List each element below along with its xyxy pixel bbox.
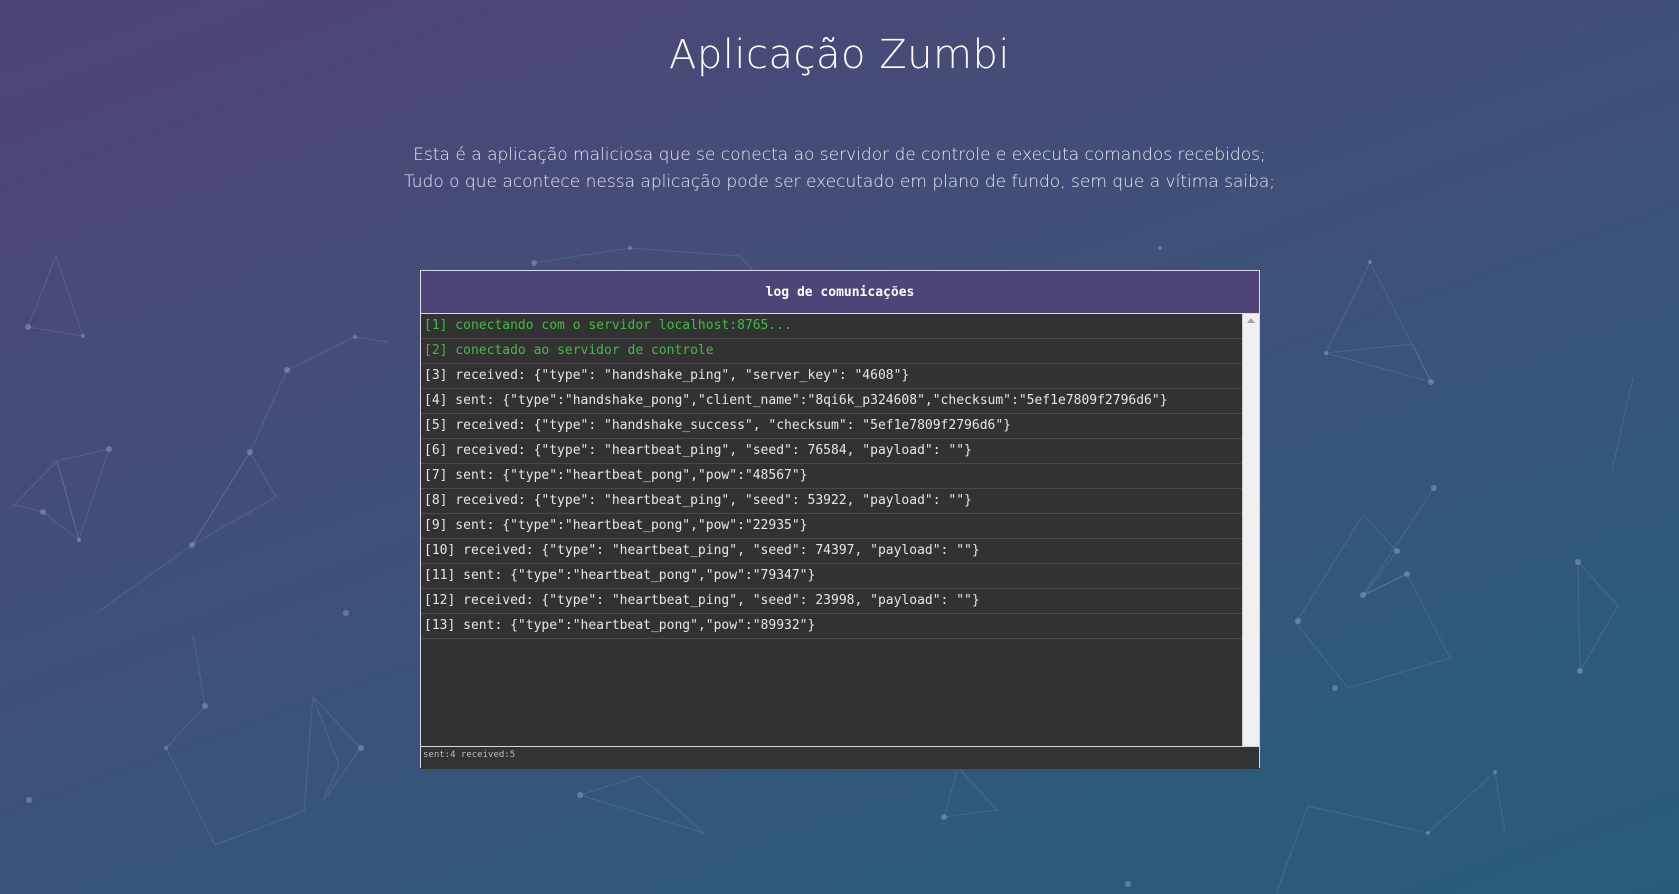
scroll-up-arrow-icon[interactable]	[1247, 318, 1255, 323]
description-line: Tudo o que acontece nessa aplicação pode…	[403, 172, 1276, 192]
log-entry: [2] conectado ao servidor de controle	[421, 339, 1242, 364]
log-entry: [1] conectando com o servidor localhost:…	[421, 314, 1242, 339]
log-entry: [8] received: {"type": "heartbeat_ping",…	[421, 489, 1242, 514]
log-scrollbar[interactable]	[1242, 314, 1259, 746]
log-body[interactable]: [1] conectando com o servidor localhost:…	[421, 314, 1259, 747]
log-title: log de comunicações	[765, 284, 915, 300]
log-entry: [10] received: {"type": "heartbeat_ping"…	[421, 539, 1242, 564]
page-title: Aplicação Zumbi	[669, 32, 1010, 78]
log-entry: [12] received: {"type": "heartbeat_ping"…	[421, 589, 1242, 614]
log-entry: [11] sent: {"type":"heartbeat_pong","pow…	[421, 564, 1242, 589]
log-lines: [1] conectando com o servidor localhost:…	[421, 314, 1242, 746]
log-entry: [13] sent: {"type":"heartbeat_pong","pow…	[421, 614, 1242, 639]
log-entry: [9] sent: {"type":"heartbeat_pong","pow"…	[421, 514, 1242, 539]
log-entry: [3] received: {"type": "handshake_ping",…	[421, 364, 1242, 389]
log-entry: [6] received: {"type": "heartbeat_ping",…	[421, 439, 1242, 464]
communication-log-panel: log de comunicações [1] conectando com o…	[420, 270, 1260, 769]
log-entry: [5] received: {"type": "handshake_succes…	[421, 414, 1242, 439]
description-line: Esta é a aplicação maliciosa que se cone…	[413, 145, 1266, 165]
log-entry: [4] sent: {"type":"handshake_pong","clie…	[421, 389, 1242, 414]
log-entry: [7] sent: {"type":"heartbeat_pong","pow"…	[421, 464, 1242, 489]
page-description: Esta é a aplicação maliciosa que se cone…	[0, 142, 1679, 196]
log-counter-status: sent:4 received:5	[421, 747, 1259, 769]
log-header: log de comunicações	[421, 271, 1259, 314]
